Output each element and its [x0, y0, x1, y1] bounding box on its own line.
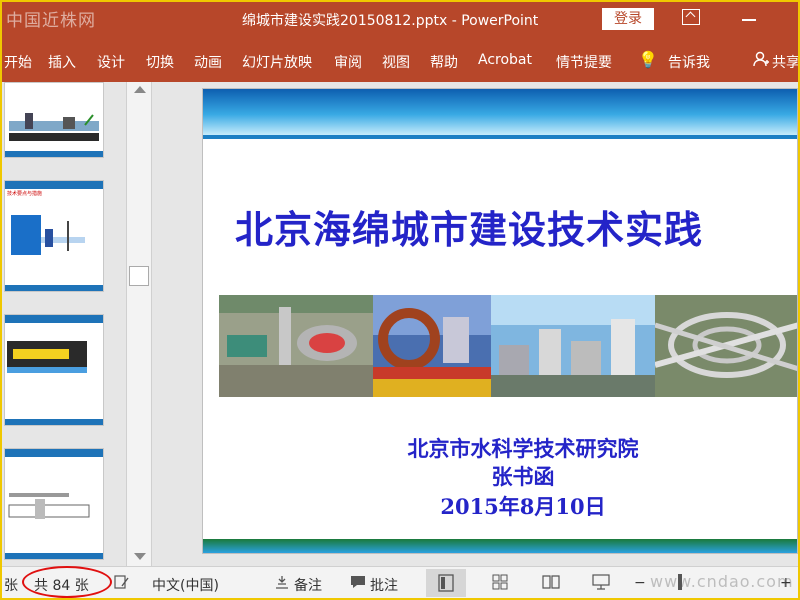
slide-thumbnail[interactable] [4, 448, 104, 560]
slide-thumbnail[interactable] [4, 82, 104, 158]
photo-strip [219, 295, 797, 397]
tab-transitions[interactable]: 切换 [146, 52, 174, 72]
current-slide[interactable]: 北京海绵城市建设技术实践 北京市水科学技术研究院 张书函 2015年8月10日 [202, 88, 798, 554]
tab-slideshow[interactable]: 幻灯片放映 [242, 52, 312, 72]
tab-home[interactable]: 开始 [4, 52, 32, 72]
ribbon-display-options-icon[interactable] [682, 9, 700, 25]
scroll-up-icon[interactable] [134, 86, 146, 93]
comments-icon[interactable] [350, 574, 366, 588]
ring-sculpture-photo [373, 295, 491, 397]
slide-header-edge [203, 135, 797, 139]
slide-thumbnail[interactable]: 技术要点与措施 [4, 180, 104, 292]
svg-text:技术要点与措施: 技术要点与措施 [7, 190, 42, 197]
stadium-photo [219, 295, 373, 397]
minimize-icon[interactable] [742, 19, 756, 21]
city-skyline-photo [491, 295, 655, 397]
highway-interchange-photo [655, 295, 797, 397]
slide-header-band [203, 89, 797, 135]
normal-view-button[interactable] [426, 569, 466, 597]
slide-thumbnails-pane: 技术要点与措施 [2, 82, 126, 566]
lightbulb-icon[interactable]: 💡 [638, 50, 658, 69]
tab-animations[interactable]: 动画 [194, 52, 222, 72]
slide-footer-band [203, 539, 797, 553]
ribbon-tabs: 开始 插入 设计 切换 动画 幻灯片放映 审阅 视图 帮助 Acrobat 情节… [2, 36, 798, 82]
watermark-text: www.cndao.com [650, 572, 794, 591]
slide-indicator: 张 [4, 578, 18, 594]
tab-insert[interactable]: 插入 [48, 52, 76, 72]
slide-sorter-icon[interactable] [492, 574, 508, 590]
spellcheck-icon[interactable] [114, 574, 130, 589]
notes-button[interactable]: 备注 [294, 575, 322, 595]
share-button[interactable]: 共享 [772, 52, 798, 72]
tab-view[interactable]: 视图 [382, 52, 410, 72]
tab-storyboard[interactable]: 情节提要 [556, 52, 612, 72]
tab-acrobat[interactable]: Acrobat [478, 52, 532, 68]
title-bar: 中国近株网 绵城市建设实践20150812.pptx - PowerPoint … [2, 2, 798, 36]
watermark-logo: 中国近株网 [6, 11, 96, 31]
editor-area: 技术要点与措施 北京海绵城市建设技术实践 北京市水科学技术研究院 张书函 201… [2, 82, 798, 566]
slide-title[interactable]: 北京海绵城市建设技术实践 [235, 199, 703, 254]
comments-button[interactable]: 批注 [370, 575, 398, 595]
powerpoint-window: 中国近株网 绵城市建设实践20150812.pptx - PowerPoint … [2, 2, 798, 598]
slide-author[interactable]: 张书函 [203, 461, 797, 491]
thumbnail-scrollbar[interactable] [126, 82, 152, 566]
zoom-out-button[interactable]: − [634, 575, 646, 591]
scroll-thumb[interactable] [129, 266, 149, 286]
login-button[interactable]: 登录 [602, 8, 654, 30]
slideshow-icon[interactable] [592, 574, 610, 590]
slide-organization[interactable]: 北京市水科学技术研究院 [203, 433, 797, 463]
scroll-down-icon[interactable] [134, 553, 146, 560]
tab-design[interactable]: 设计 [97, 52, 125, 72]
slide-thumbnail[interactable] [4, 314, 104, 426]
window-title: 绵城市建设实践20150812.pptx - PowerPoint [242, 13, 539, 29]
tell-me-search[interactable]: 告诉我 [668, 52, 710, 72]
language-indicator[interactable]: 中文(中国) [152, 575, 219, 595]
highlight-circle [22, 566, 112, 598]
reading-view-icon[interactable] [542, 574, 560, 589]
notes-icon[interactable] [274, 574, 290, 589]
slide-date[interactable]: 2015年8月10日 [203, 491, 797, 521]
share-person-icon[interactable] [752, 50, 770, 72]
tab-review[interactable]: 审阅 [334, 52, 362, 72]
tab-help[interactable]: 帮助 [430, 52, 458, 72]
